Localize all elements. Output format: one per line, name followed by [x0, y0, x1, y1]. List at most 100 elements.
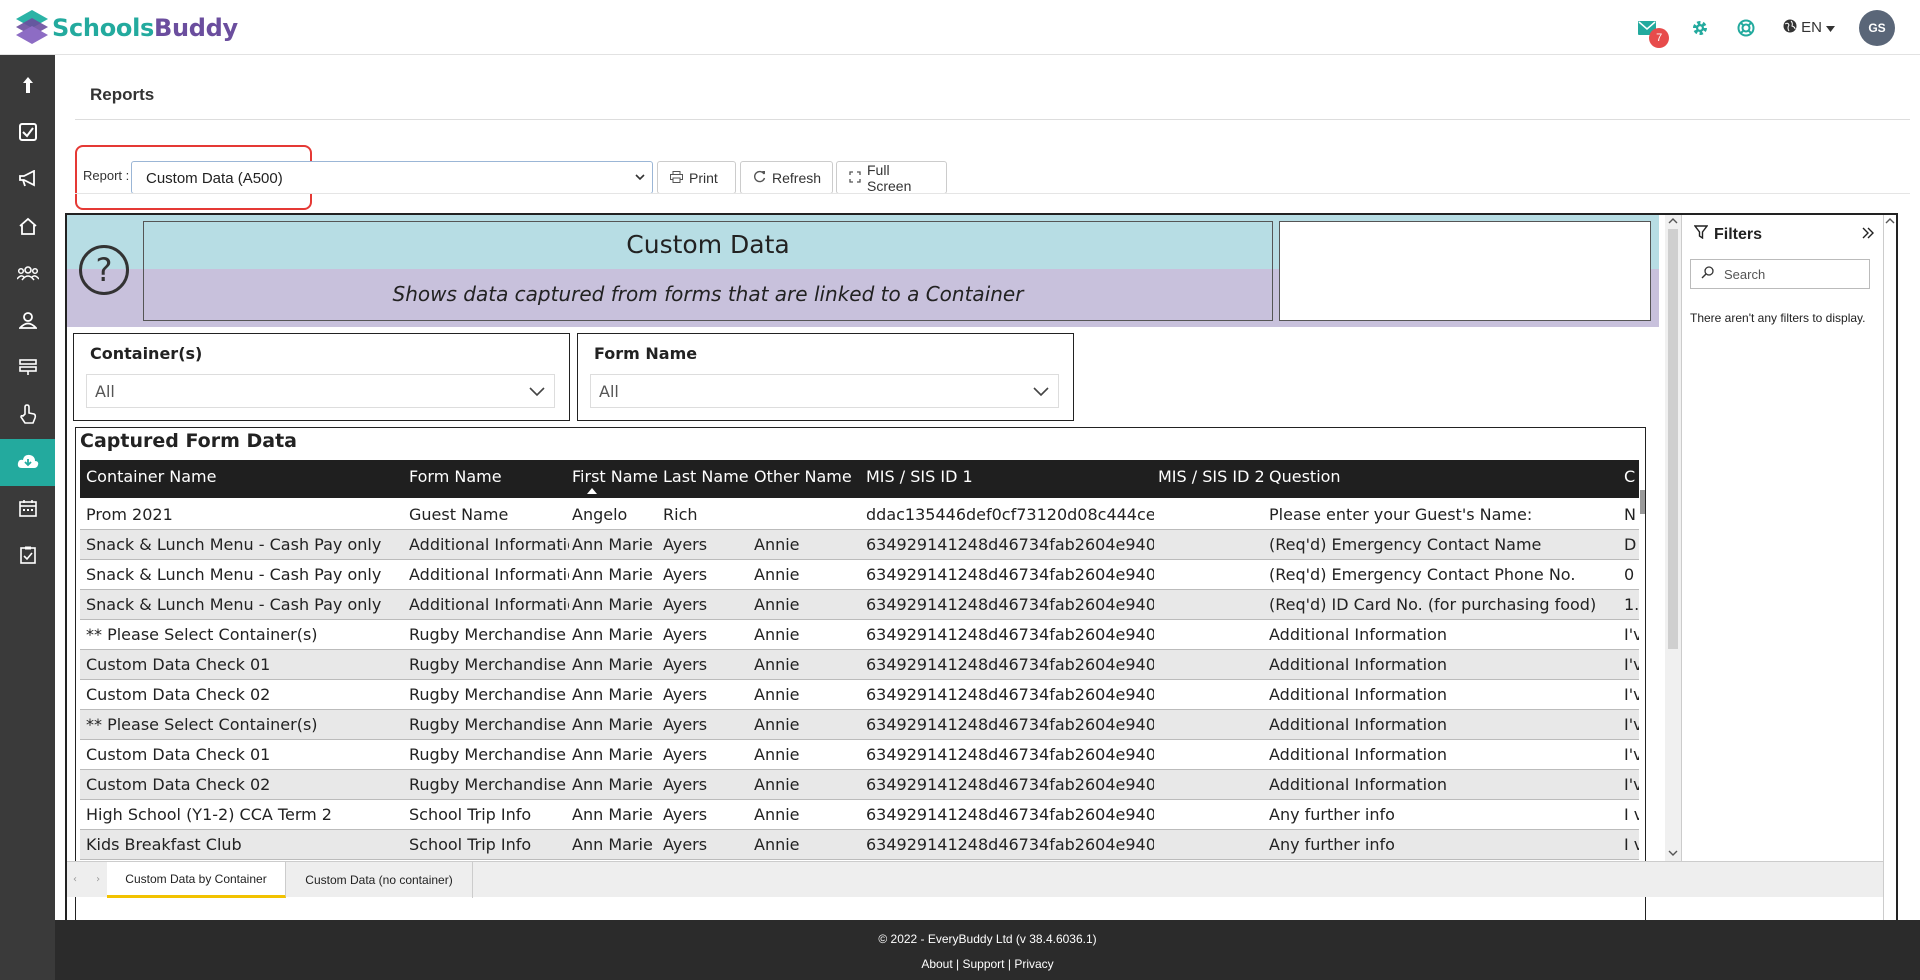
table-cell: Prom 2021: [86, 505, 173, 524]
column-header-answer[interactable]: C: [1624, 467, 1635, 486]
table-row[interactable]: Custom Data Check 02 Rugby Merchandise Ann…: [80, 770, 1640, 800]
table-cell: Additional Information: [1269, 685, 1448, 704]
table-cell: Rich: [663, 505, 698, 524]
chevron-down-icon: [528, 383, 546, 402]
question-mark-icon[interactable]: ?: [79, 245, 129, 295]
schoolsbuddy-logo[interactable]: SchoolsBuddy: [14, 6, 238, 50]
table-row[interactable]: Custom Data Check 01 Rugby Merchandise Ann…: [80, 740, 1640, 770]
column-header-container-name[interactable]: Container Name: [86, 467, 216, 486]
tab-custom-data-by-container[interactable]: Custom Data by Container: [107, 862, 286, 898]
form-name-dropdown[interactable]: All: [590, 374, 1059, 408]
table-cell: Additional Information: [1269, 775, 1448, 794]
table-cell: Annie: [754, 805, 800, 824]
table-cell: (Req'd) Emergency Contact Phone No.: [1269, 565, 1576, 584]
table-cell: Ayers: [663, 805, 708, 824]
table-row[interactable]: Snack & Lunch Menu - Cash Pay only Additi…: [80, 560, 1640, 590]
sidebar-item-reports[interactable]: [0, 439, 55, 486]
sidebar-item-profile[interactable]: [0, 298, 55, 345]
footer-support-link[interactable]: Support: [962, 957, 1004, 971]
header-actions: 7 EN GS: [1624, 0, 1920, 55]
page-vertical-scrollbar[interactable]: [1883, 215, 1896, 949]
table-row[interactable]: Custom Data Check 01 Rugby Merchandise Ann…: [80, 650, 1640, 680]
report-select[interactable]: Custom Data (A500): [131, 161, 653, 194]
sidebar-item-checklist[interactable]: [0, 533, 55, 580]
report-vertical-scrollbar[interactable]: [1665, 215, 1681, 861]
table-cell: Additional Information: [409, 535, 569, 554]
sidebar-item-tasks[interactable]: [0, 110, 55, 157]
globe-icon: [1783, 19, 1797, 37]
table-row[interactable]: Kids Breakfast Club School Trip Info Ann M…: [80, 830, 1640, 860]
footer-about-link[interactable]: About: [921, 957, 952, 971]
refresh-button[interactable]: Refresh: [740, 161, 833, 194]
sidebar-item-groups[interactable]: [0, 251, 55, 298]
table-cell: Ayers: [663, 715, 708, 734]
container-slicer-title: Container(s): [90, 344, 203, 363]
sidebar-item-upload[interactable]: [0, 63, 55, 110]
table-cell: Angelo: [572, 505, 628, 524]
messages-icon[interactable]: 7: [1635, 16, 1670, 48]
table-cell: School Trip Info: [409, 805, 532, 824]
printer-icon: [670, 170, 683, 186]
print-button[interactable]: Print: [657, 161, 736, 194]
filters-search-input[interactable]: Search: [1690, 259, 1870, 289]
report-page-tabs: ‹ › Custom Data by Container Custom Data…: [67, 861, 1883, 898]
table-cell: (Req'd) Emergency Contact Name: [1269, 535, 1542, 554]
table-cell: Additional Information: [1269, 655, 1448, 674]
table-cell: 634929141248d46734fab2604e9409b8: [866, 625, 1154, 644]
tab-custom-data-no-container[interactable]: Custom Data (no container): [286, 862, 473, 898]
table-header: Container Name Form Name First Name Last…: [80, 460, 1640, 498]
table-row[interactable]: Custom Data Check 02 Rugby Merchandise Ann…: [80, 680, 1640, 710]
column-header-form-name[interactable]: Form Name: [409, 467, 502, 486]
footer-privacy-link[interactable]: Privacy: [1014, 957, 1053, 971]
table-cell: I'v: [1624, 715, 1640, 734]
full-screen-button[interactable]: Full Screen: [836, 161, 947, 194]
table-cell: Ayers: [663, 745, 708, 764]
report-scrollbar-thumb[interactable]: [1668, 229, 1678, 649]
table-cell: Ann Marie: [572, 805, 653, 824]
table-cell: Ann Marie: [572, 565, 653, 584]
search-icon: [1701, 266, 1714, 282]
column-header-mis-id-2[interactable]: MIS / SIS ID 2: [1158, 467, 1265, 486]
sidebar: [0, 55, 55, 980]
sidebar-item-calendar[interactable]: [0, 486, 55, 533]
form-name-slicer-title: Form Name: [594, 344, 698, 363]
user-avatar[interactable]: GS: [1859, 9, 1895, 46]
tab-scroll-arrows-icon[interactable]: ‹ ›: [73, 874, 108, 885]
collapse-filters-icon[interactable]: [1861, 225, 1875, 244]
table-cell: High School (Y1-2) CCA Term 2: [86, 805, 332, 824]
help-lifebuoy-icon[interactable]: [1734, 16, 1758, 40]
table-cell: Kids Breakfast Club: [86, 835, 242, 854]
table-cell: Additional Information: [1269, 715, 1448, 734]
gear-icon[interactable]: [1688, 16, 1712, 40]
column-header-question[interactable]: Question: [1269, 467, 1341, 486]
report-viewer: ? Custom Data Shows data captured from f…: [65, 213, 1898, 951]
table-cell: Rugby Merchandise: [409, 655, 566, 674]
table-cell: (Req'd) ID Card No. (for purchasing food…: [1269, 595, 1597, 614]
language-selector[interactable]: EN: [1783, 19, 1835, 37]
report-banner: ? Custom Data Shows data captured from f…: [67, 215, 1659, 327]
sidebar-item-home[interactable]: [0, 204, 55, 251]
table-scrollbar-thumb[interactable]: [1640, 490, 1645, 514]
table-cell: Annie: [754, 595, 800, 614]
table-row[interactable]: Snack & Lunch Menu - Cash Pay only Additi…: [80, 590, 1640, 620]
table-cell: Custom Data Check 01: [86, 655, 271, 674]
divider: [75, 119, 1910, 120]
table-row[interactable]: ** Please Select Container(s) Rugby Merch…: [80, 710, 1640, 740]
table-row[interactable]: Prom 2021 Guest Name Angelo Rich ddac135446d…: [80, 500, 1640, 530]
filters-title: Filters: [1714, 225, 1763, 243]
table-row[interactable]: High School (Y1-2) CCA Term 2 School Trip…: [80, 800, 1640, 830]
table-row[interactable]: Snack & Lunch Menu - Cash Pay only Additi…: [80, 530, 1640, 560]
column-header-other-name[interactable]: Other Name: [754, 467, 852, 486]
column-header-mis-id-1[interactable]: MIS / SIS ID 1: [866, 467, 973, 486]
container-dropdown[interactable]: All: [86, 374, 555, 408]
print-label: Print: [689, 169, 718, 186]
table-cell: 634929141248d46734fab2604e9409b8: [866, 685, 1154, 704]
sidebar-item-layers[interactable]: [0, 345, 55, 392]
table-cell: Annie: [754, 535, 800, 554]
sidebar-item-actions[interactable]: [0, 392, 55, 439]
sidebar-item-announcements[interactable]: [0, 157, 55, 204]
table-row[interactable]: ** Please Select Container(s) Rugby Merch…: [80, 620, 1640, 650]
table-cell: 634929141248d46734fab2604e9409b8: [866, 655, 1154, 674]
column-header-last-name[interactable]: Last Name: [663, 467, 749, 486]
column-header-first-name[interactable]: First Name: [572, 467, 658, 486]
